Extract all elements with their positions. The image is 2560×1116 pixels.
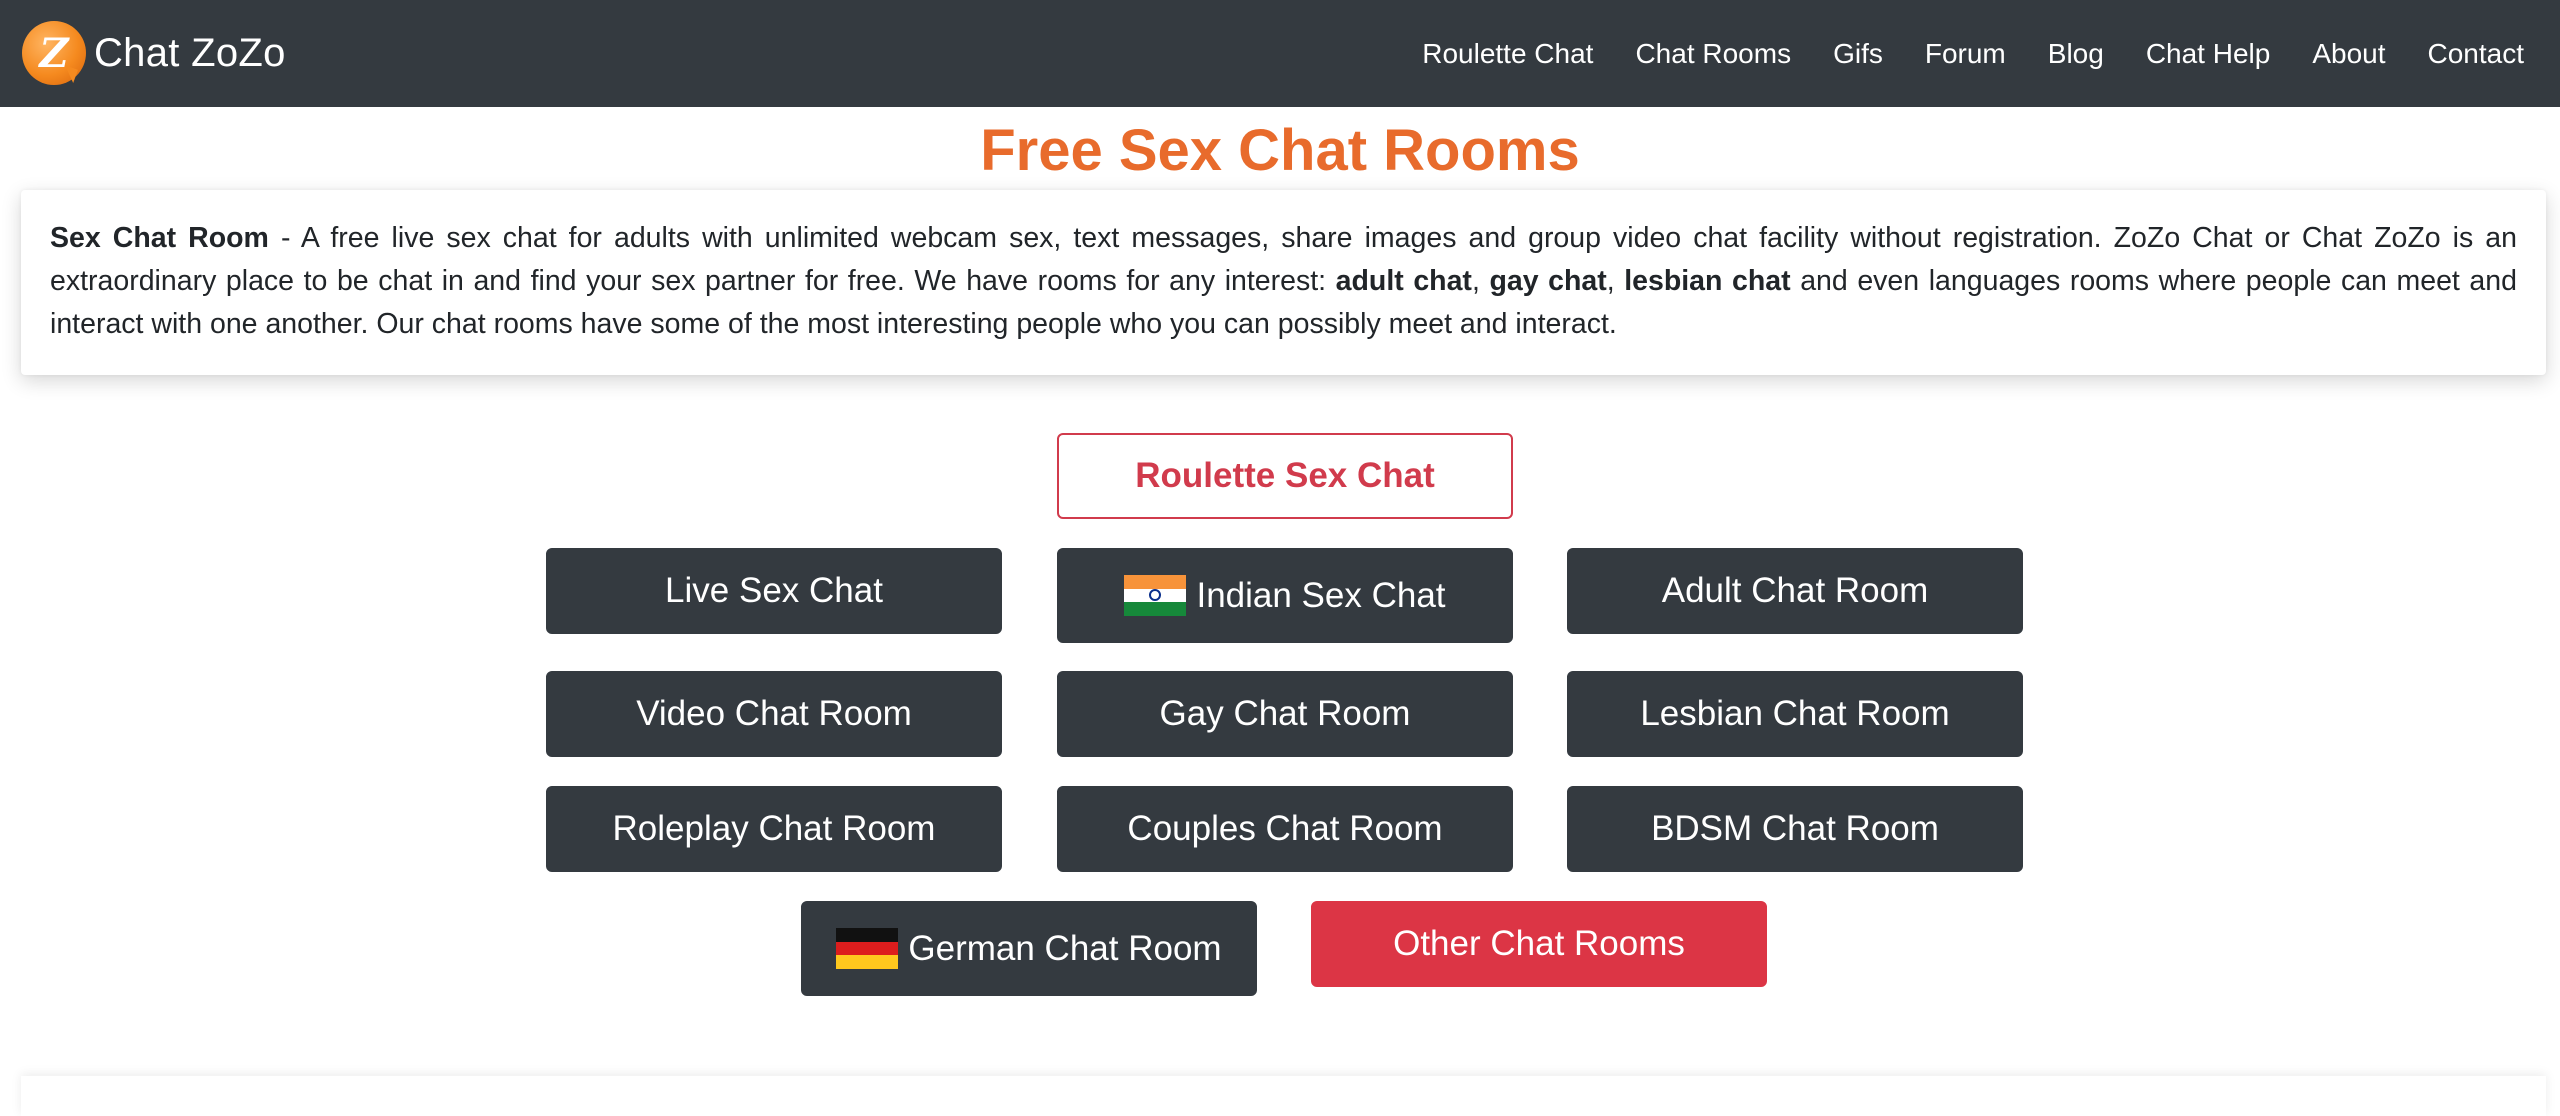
indian-sex-chat-button[interactable]: Indian Sex Chat bbox=[1057, 548, 1513, 643]
intro-paragraph: Sex Chat Room - A free live sex chat for… bbox=[50, 217, 2517, 346]
video-chat-room-label: Video Chat Room bbox=[636, 694, 912, 734]
roleplay-chat-room-label: Roleplay Chat Room bbox=[613, 809, 936, 849]
roulette-sex-chat-label: Roulette Sex Chat bbox=[1135, 456, 1435, 496]
intro-card: Sex Chat Room - A free live sex chat for… bbox=[21, 190, 2546, 375]
brand-link[interactable]: Z Chat ZoZo bbox=[22, 18, 286, 88]
chat-zozo-logo-icon: Z bbox=[22, 21, 86, 85]
germany-flag-icon bbox=[836, 928, 898, 969]
couples-chat-room-label: Couples Chat Room bbox=[1127, 809, 1442, 849]
intro-separator-1: , bbox=[1472, 265, 1490, 297]
adult-chat-room-button[interactable]: Adult Chat Room bbox=[1567, 548, 2023, 634]
nav-link-about[interactable]: About bbox=[2291, 38, 2406, 70]
nav-link-forum[interactable]: Forum bbox=[1904, 38, 2027, 70]
other-chat-rooms-button[interactable]: Other Chat Rooms bbox=[1311, 901, 1767, 987]
page-title: Free Sex Chat Rooms bbox=[0, 108, 2560, 194]
nav-link-gifs[interactable]: Gifs bbox=[1812, 38, 1904, 70]
live-sex-chat-button[interactable]: Live Sex Chat bbox=[546, 548, 1002, 634]
intro-lesbian-chat: lesbian chat bbox=[1624, 265, 1790, 297]
roleplay-chat-room-button[interactable]: Roleplay Chat Room bbox=[546, 786, 1002, 872]
gay-chat-room-label: Gay Chat Room bbox=[1160, 694, 1411, 734]
bdsm-chat-room-button[interactable]: BDSM Chat Room bbox=[1567, 786, 2023, 872]
nav-link-roulette-chat[interactable]: Roulette Chat bbox=[1401, 38, 1614, 70]
intro-lead: Sex Chat Room bbox=[50, 222, 269, 254]
lesbian-chat-room-label: Lesbian Chat Room bbox=[1640, 694, 1949, 734]
other-chat-rooms-label: Other Chat Rooms bbox=[1393, 924, 1685, 964]
gay-chat-room-button[interactable]: Gay Chat Room bbox=[1057, 671, 1513, 757]
nav-link-chat-rooms[interactable]: Chat Rooms bbox=[1614, 38, 1812, 70]
nav-links: Roulette Chat Chat Rooms Gifs Forum Blog… bbox=[1401, 0, 2560, 107]
bdsm-chat-room-label: BDSM Chat Room bbox=[1651, 809, 1939, 849]
intro-adult-chat: adult chat bbox=[1336, 265, 1472, 297]
intro-separator-2: , bbox=[1607, 265, 1625, 297]
intro-gay-chat: gay chat bbox=[1489, 265, 1606, 297]
india-flag-icon bbox=[1124, 575, 1186, 616]
adult-chat-room-label: Adult Chat Room bbox=[1662, 571, 1929, 611]
roulette-sex-chat-button[interactable]: Roulette Sex Chat bbox=[1057, 433, 1513, 519]
navbar: Z Chat ZoZo Roulette Chat Chat Rooms Gif… bbox=[0, 0, 2560, 107]
nav-link-chat-help[interactable]: Chat Help bbox=[2125, 38, 2292, 70]
live-sex-chat-label: Live Sex Chat bbox=[665, 571, 883, 611]
german-chat-room-button[interactable]: German Chat Room bbox=[801, 901, 1257, 996]
nav-link-blog[interactable]: Blog bbox=[2027, 38, 2125, 70]
nav-link-contact[interactable]: Contact bbox=[2407, 38, 2560, 70]
next-section-card bbox=[21, 1076, 2546, 1116]
couples-chat-room-button[interactable]: Couples Chat Room bbox=[1057, 786, 1513, 872]
indian-sex-chat-label: Indian Sex Chat bbox=[1196, 576, 1445, 616]
german-chat-room-label: German Chat Room bbox=[908, 929, 1221, 969]
brand-name: Chat ZoZo bbox=[94, 31, 286, 76]
video-chat-room-button[interactable]: Video Chat Room bbox=[546, 671, 1002, 757]
lesbian-chat-room-button[interactable]: Lesbian Chat Room bbox=[1567, 671, 2023, 757]
logo-letter: Z bbox=[22, 21, 86, 85]
